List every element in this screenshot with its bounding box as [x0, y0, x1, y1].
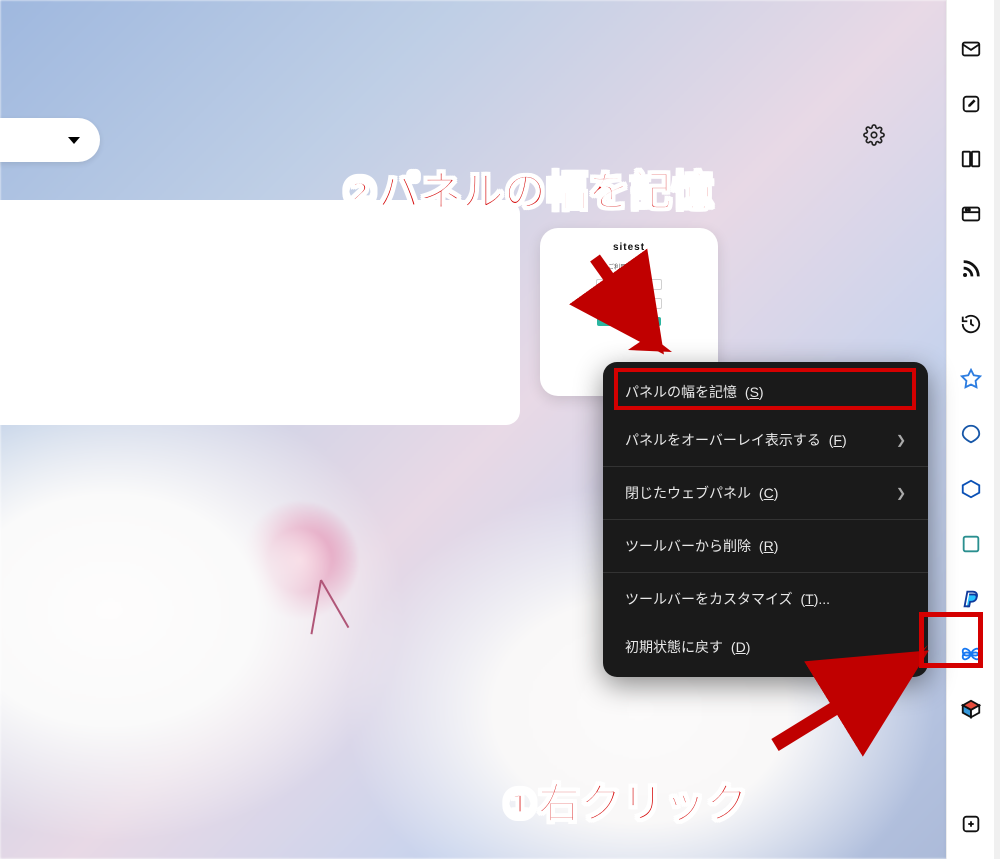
menu-closed-web-panel[interactable]: 閉じたウェブパネル (C) ❯: [603, 469, 928, 517]
panel-rss[interactable]: [958, 256, 984, 282]
menu-separator: [603, 572, 928, 573]
webpanel-2-icon: [960, 423, 982, 445]
menu-item-label: 閉じたウェブパネル: [625, 485, 751, 501]
panel-window[interactable]: [958, 201, 984, 227]
gear-icon: [863, 124, 885, 146]
panel-preview-input-1: [596, 279, 662, 290]
sidebar-webpanel-cube[interactable]: [958, 696, 984, 722]
webpanel-1-icon: [960, 368, 982, 390]
menu-overlay-display[interactable]: パネルをオーバーレイ表示する (F) ❯: [603, 416, 928, 464]
reader-icon: [960, 148, 982, 170]
top-left-dropdown[interactable]: [0, 118, 100, 162]
settings-button[interactable]: [860, 121, 888, 149]
panel-reader[interactable]: [958, 146, 984, 172]
webpanel-butterfly-icon: [960, 643, 982, 665]
webpanel-3-icon: [960, 478, 982, 500]
panel-history[interactable]: [958, 311, 984, 337]
redacted-content-block: [0, 200, 520, 425]
panel-preview-subtitle: ご利用登録者様: [608, 262, 650, 271]
sidebar-webpanel-butterfly[interactable]: [958, 641, 984, 667]
window-icon: [960, 203, 982, 225]
menu-item-label: 初期状態に戻す: [625, 639, 723, 655]
chevron-right-icon: ❯: [896, 486, 906, 500]
annotation-step-1: ①右クリック: [502, 770, 748, 831]
menu-separator: [603, 519, 928, 520]
webpanel-4-icon: [960, 533, 982, 555]
mail-icon: [960, 38, 982, 60]
menu-customize-toolbar[interactable]: ツールバーをカスタマイズ (T)...: [603, 575, 928, 623]
panel-preview-submit: [597, 317, 661, 326]
menu-reset-to-default[interactable]: 初期状態に戻す (D): [603, 623, 928, 671]
chevron-down-icon: [68, 137, 80, 144]
panel-context-menu: パネルの幅を記憶 (S) パネルをオーバーレイ表示する (F) ❯ 閉じたウェブ…: [603, 362, 928, 677]
panel-sidebar: [946, 0, 994, 859]
chevron-right-icon: ❯: [896, 433, 906, 447]
sidebar-webpanel-3[interactable]: [958, 476, 984, 502]
webpanel-cube-icon: [960, 698, 982, 720]
panel-preview-brand: sitest: [613, 242, 645, 253]
menu-item-label: ツールバーから削除: [625, 538, 751, 554]
sidebar-webpanel-2[interactable]: [958, 421, 984, 447]
compose-icon: [960, 93, 982, 115]
panel-add-button[interactable]: [958, 811, 984, 837]
panel-preview-input-2: [596, 298, 662, 309]
sidebar-webpanel-4[interactable]: [958, 531, 984, 557]
menu-remove-from-toolbar[interactable]: ツールバーから削除 (R): [603, 522, 928, 570]
menu-item-label: ツールバーをカスタマイズ: [625, 591, 793, 607]
rss-icon: [960, 258, 982, 280]
add-panel-icon: [960, 813, 982, 835]
menu-separator: [603, 466, 928, 467]
panel-compose[interactable]: [958, 91, 984, 117]
history-icon: [960, 313, 982, 335]
sidebar-webpanel-paypal[interactable]: [958, 586, 984, 612]
webpanel-paypal-icon: [960, 588, 982, 610]
menu-item-label: パネルの幅を記憶: [625, 384, 737, 400]
scrollbar-track[interactable]: [994, 0, 1000, 859]
panel-mail[interactable]: [958, 36, 984, 62]
menu-remember-panel-width[interactable]: パネルの幅を記憶 (S): [603, 368, 928, 416]
menu-item-label: パネルをオーバーレイ表示する: [625, 432, 821, 448]
annotation-step-2: ②パネルの幅を記憶: [342, 158, 714, 219]
sidebar-webpanel-1[interactable]: [958, 366, 984, 392]
